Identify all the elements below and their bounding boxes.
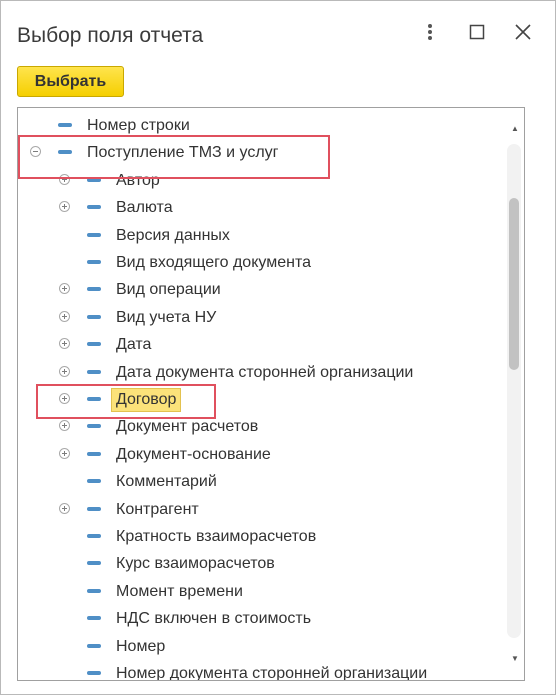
- field-dash-icon: [87, 561, 101, 566]
- tree-item-label: Контрагент: [116, 500, 199, 518]
- tree-item-label: Кратность взаиморасчетов: [116, 528, 317, 545]
- field-tree[interactable]: Номер строки Поступление ТМЗ и услуг Автор…: [17, 107, 525, 681]
- tree-row[interactable]: Поступление ТМЗ и услуг: [18, 140, 503, 167]
- field-dash-icon: [87, 232, 101, 237]
- expand-plus-icon[interactable]: [59, 310, 70, 322]
- tree-item-label: Вид учета НУ: [116, 308, 217, 326]
- field-dash-icon: [87, 205, 101, 210]
- report-field-selection-window: Выбор поля отчета Выбрать Номер строки По…: [0, 0, 556, 695]
- field-dash-icon: [87, 397, 101, 401]
- tree-row[interactable]: Комментарий: [18, 469, 503, 496]
- tree-item-label: Номер документа сторонней организации: [116, 665, 428, 681]
- tree-item-label: Курс взаиморасчетов: [116, 555, 275, 573]
- tree-row[interactable]: Курс взаиморасчетов: [18, 551, 503, 578]
- tree-item-label: Поступление ТМЗ и услуг: [87, 144, 279, 162]
- more-vertical-icon[interactable]: [416, 17, 444, 47]
- field-dash-icon: [58, 150, 72, 155]
- tree-row[interactable]: Версия данных: [18, 223, 503, 250]
- close-icon[interactable]: [509, 17, 537, 47]
- scroll-up-arrow-icon[interactable]: ▲: [510, 124, 520, 134]
- tree-row[interactable]: Номер: [18, 634, 503, 661]
- tree-item-label: Номер: [116, 637, 166, 655]
- tree-item-label: Документ расчетов: [116, 418, 259, 436]
- scroll-down-arrow-icon[interactable]: ▼: [510, 654, 520, 664]
- tree-row[interactable]: Вид операции: [18, 277, 503, 304]
- field-dash-icon: [87, 451, 101, 456]
- tree-row[interactable]: Номер документа сторонней организации: [18, 661, 503, 681]
- tree-row[interactable]: Валюта: [18, 195, 503, 222]
- field-dash-icon: [58, 123, 72, 127]
- select-button[interactable]: Выбрать: [17, 66, 124, 97]
- expand-plus-icon[interactable]: [59, 502, 70, 514]
- field-dash-icon: [87, 260, 101, 264]
- field-dash-icon: [87, 643, 101, 648]
- tree-item-label: Номер строки: [87, 117, 190, 134]
- tree-item-label: Договор: [111, 388, 182, 412]
- tree-item-label: Версия данных: [116, 226, 230, 244]
- tree-row[interactable]: Момент времени: [18, 579, 503, 606]
- expand-plus-icon[interactable]: [59, 201, 70, 213]
- expand-plus-icon[interactable]: [59, 393, 70, 404]
- tree-row[interactable]: Договор: [18, 387, 503, 414]
- tree-row[interactable]: Документ расчетов: [18, 414, 503, 441]
- tree-item-label: Документ-основание: [116, 445, 271, 463]
- expand-plus-icon[interactable]: [59, 338, 70, 350]
- field-dash-icon: [87, 671, 101, 675]
- tree-item-label: Вид входящего документа: [116, 254, 311, 271]
- expand-plus-icon[interactable]: [59, 447, 70, 459]
- field-dash-icon: [87, 588, 101, 593]
- tree-row[interactable]: Номер строки: [18, 113, 503, 140]
- tree-item-label: Момент времени: [116, 582, 243, 600]
- tree-item-label: Автор: [116, 171, 160, 189]
- expand-plus-icon[interactable]: [59, 173, 70, 185]
- field-dash-icon: [87, 534, 101, 538]
- field-dash-icon: [87, 342, 101, 347]
- field-dash-icon: [87, 616, 101, 621]
- maximize-icon[interactable]: [463, 17, 491, 47]
- tree-item-label: Вид операции: [116, 281, 221, 299]
- tree-row[interactable]: Документ-основание: [18, 442, 503, 469]
- tree-item-label: Комментарий: [116, 473, 217, 491]
- tree-row[interactable]: НДС включен в стоимость: [18, 606, 503, 633]
- field-dash-icon: [87, 506, 101, 511]
- tree-row[interactable]: Контрагент: [18, 497, 503, 524]
- tree-item-label: Валюта: [116, 199, 173, 217]
- field-dash-icon: [87, 479, 101, 484]
- tree-row[interactable]: Дата: [18, 332, 503, 359]
- field-dash-icon: [87, 424, 101, 429]
- expand-plus-icon[interactable]: [59, 283, 70, 295]
- field-dash-icon: [87, 177, 101, 182]
- field-dash-icon: [87, 314, 101, 319]
- expand-plus-icon[interactable]: [59, 420, 70, 432]
- tree-row[interactable]: Вид учета НУ: [18, 305, 503, 332]
- field-dash-icon: [87, 287, 101, 292]
- expand-plus-icon[interactable]: [59, 365, 70, 377]
- tree-item-label: Дата: [116, 336, 152, 354]
- scrollbar-thumb[interactable]: [509, 198, 519, 370]
- tree-row[interactable]: Вид входящего документа: [18, 250, 503, 277]
- window-title: Выбор поля отчета: [17, 24, 204, 47]
- tree-row[interactable]: Дата документа сторонней организации: [18, 360, 503, 387]
- tree-item-label: Дата документа сторонней организации: [116, 363, 414, 381]
- tree-row[interactable]: Автор: [18, 168, 503, 195]
- field-dash-icon: [87, 369, 101, 374]
- collapse-minus-icon[interactable]: [30, 146, 41, 158]
- tree-item-label: НДС включен в стоимость: [116, 610, 312, 628]
- tree-row[interactable]: Кратность взаиморасчетов: [18, 524, 503, 551]
